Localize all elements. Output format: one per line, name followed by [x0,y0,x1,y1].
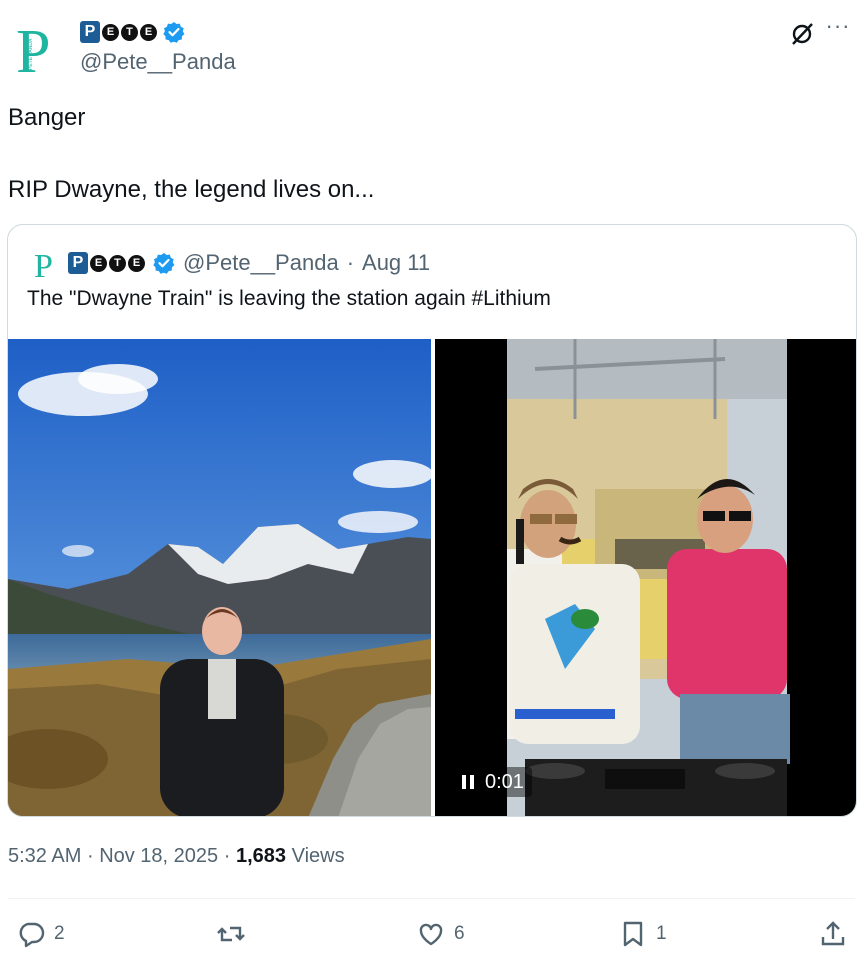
logo-letter: E [140,23,157,41]
verified-badge-icon[interactable] [163,21,185,43]
quoted-tweet-text: The "Dwayne Train" is leaving the statio… [27,287,551,310]
video-controls[interactable]: 0:01 [453,767,532,797]
quoted-date[interactable]: Aug 11 [362,250,430,276]
like-button[interactable]: 6 [416,912,465,956]
logo-letter: E [102,23,119,41]
bookmark-icon [623,921,643,947]
like-count: 6 [454,923,465,944]
reply-icon [19,922,45,948]
post-time[interactable]: 5:32 AM [8,845,81,867]
separator-dot: · [346,250,355,275]
logo-letter: E [90,254,107,272]
author-display-name-logo[interactable]: P E T E [80,21,157,43]
logo-letter: T [109,254,126,272]
author-name-row[interactable]: P E T E [80,18,185,46]
logo-letter: E [128,254,145,272]
repost-button[interactable] [216,912,246,956]
author-avatar[interactable]: P PETE PANDA [12,16,64,78]
verified-badge-icon[interactable] [153,252,175,274]
quoted-author-handle[interactable]: @Pete__Panda [183,250,339,276]
grok-icon[interactable] [788,20,816,48]
tweet-text: Banger RIP Dwayne, the legend lives on..… [8,100,374,208]
views-count: 1,683 [235,845,287,867]
quoted-author-avatar[interactable]: P [32,246,60,280]
quoted-tweet[interactable]: P P E T E @Pete__Panda · Aug 11 The "Dwa… [7,224,857,817]
quoted-media: 0:01 [8,339,856,816]
bookmark-button[interactable]: 1 [618,912,667,956]
more-icon[interactable]: ··· [820,15,856,44]
video-timestamp: 0:01 [485,770,524,793]
post-date[interactable]: Nov 18, 2025 [99,845,218,867]
reply-count: 2 [54,923,65,944]
heart-icon [419,923,443,946]
landscape-photo[interactable] [8,339,431,816]
author-handle[interactable]: @Pete__Panda [80,49,236,75]
views-label: Views [291,845,345,867]
separator-dot: · [223,845,231,867]
svg-text:PETE PANDA: PETE PANDA [28,38,34,70]
share-icon [821,921,845,946]
separator-dot: · [86,845,94,867]
reply-button[interactable]: 2 [16,912,65,956]
quoted-author-display-name-logo[interactable]: P E T E [68,252,145,274]
action-bar: 2 6 1 [0,912,867,956]
divider [8,898,855,899]
tweet-line: RIP Dwayne, the legend lives on... [8,176,375,203]
quoted-tweet-header: P P E T E @Pete__Panda · Aug 11 [32,245,430,281]
svg-text:P: P [34,248,53,280]
tweet-metadata: 5:32 AM · Nov 18, 2025 · 1,683 Views [8,845,345,868]
share-button[interactable] [818,912,848,956]
logo-letter: P [80,21,100,43]
pause-icon[interactable] [461,774,475,790]
bookmark-count: 1 [656,923,667,944]
dj-video-player[interactable]: 0:01 [435,339,856,816]
repost-icon [217,926,245,942]
logo-letter: T [121,23,138,41]
tweet-header: P PETE PANDA P E T E @Pete__Panda ··· [0,0,867,100]
tweet-line: Banger [8,104,86,131]
logo-letter: P [68,252,88,274]
